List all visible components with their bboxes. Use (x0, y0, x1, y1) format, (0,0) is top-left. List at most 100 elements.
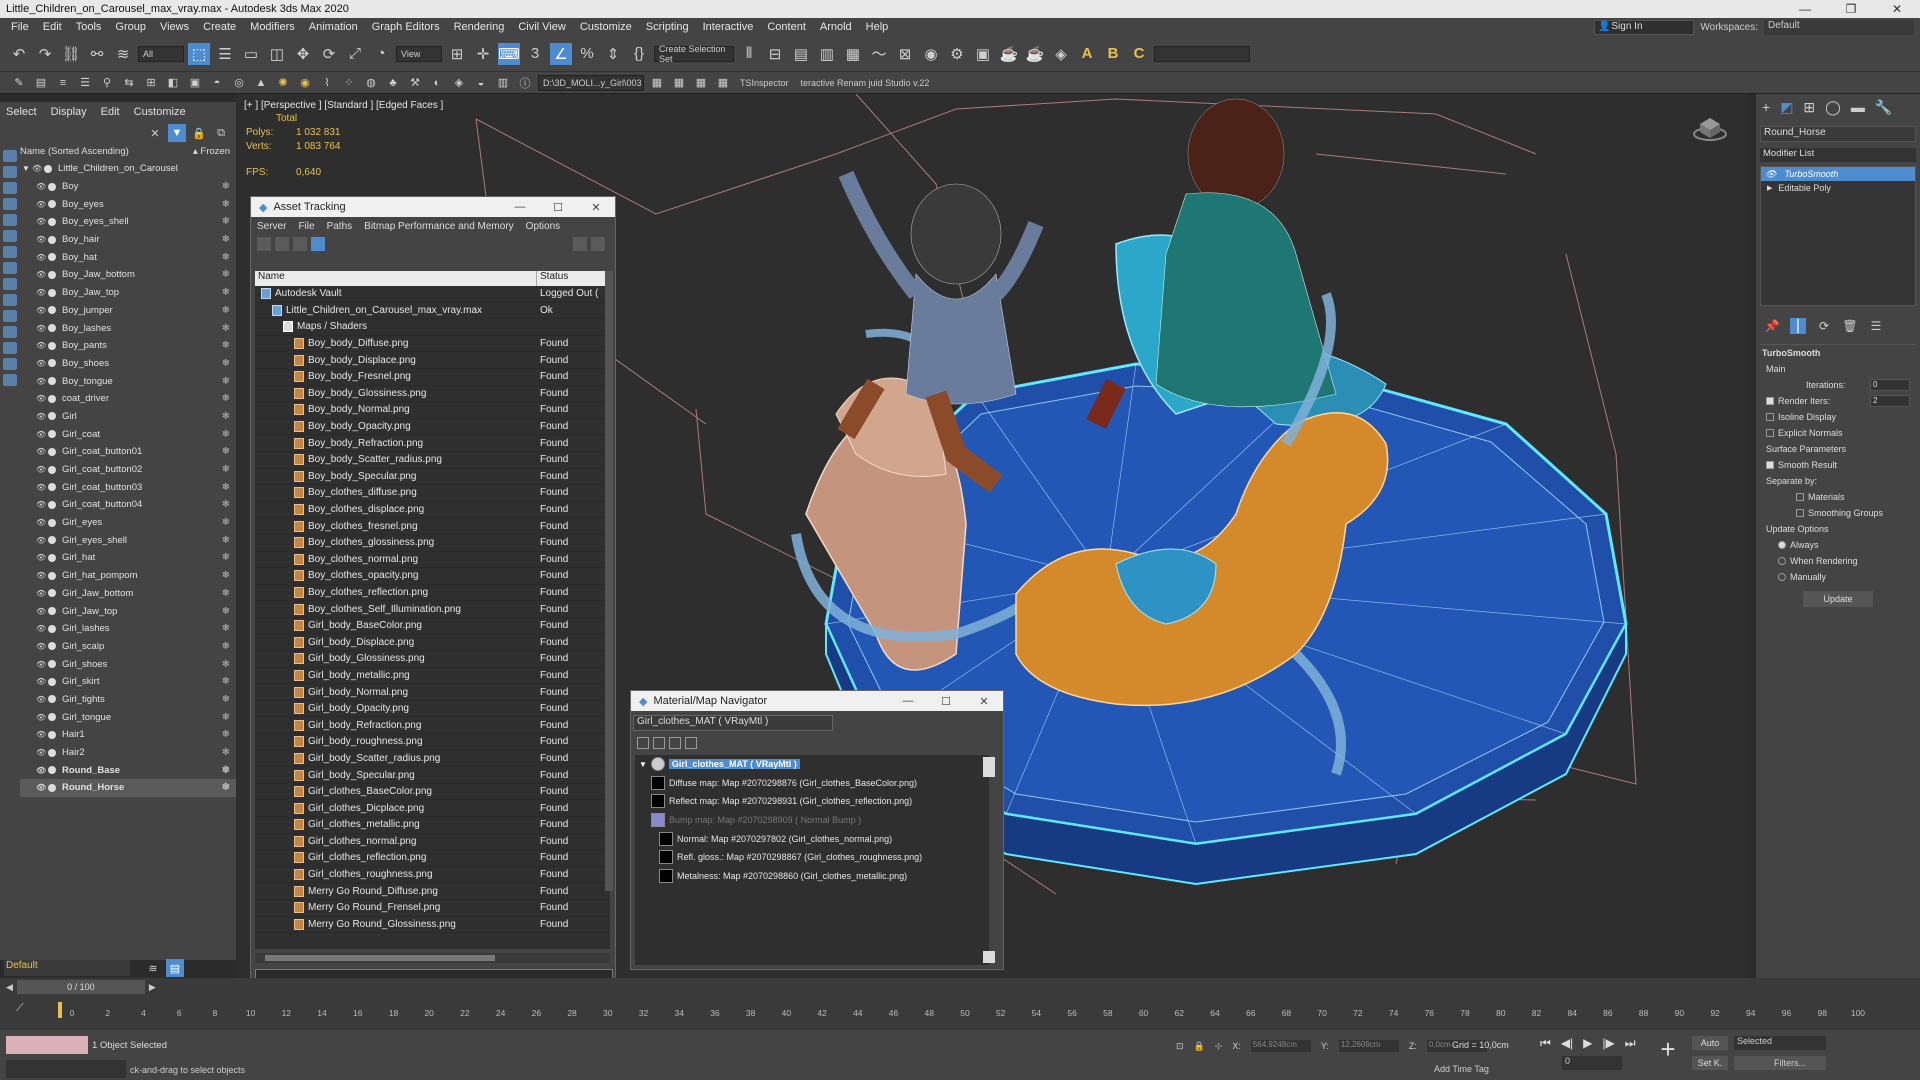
asset-row[interactable]: Merry Go Round_Frensel.png Found (255, 900, 610, 917)
paint-icon[interactable]: ✎ (10, 74, 28, 92)
go-to-end-icon[interactable]: ⏭ (1625, 1036, 1636, 1051)
visibility-dot[interactable] (48, 412, 56, 421)
material-name-field[interactable]: Girl_clothes_MAT ( VRayMtl ) (633, 715, 833, 731)
freeze-icon[interactable]: ❄ (222, 393, 230, 404)
visibility-dot[interactable] (48, 783, 56, 792)
place-icon[interactable]: ◔ (370, 43, 392, 65)
visibility-dot[interactable] (48, 394, 56, 403)
materials-checkbox[interactable] (1796, 493, 1804, 501)
material-scroll-corner[interactable] (983, 951, 995, 963)
freeze-icon[interactable]: ❄ (222, 535, 230, 546)
eye-icon[interactable]: 👁 (36, 748, 46, 757)
freeze-icon[interactable]: ❄ (222, 464, 230, 475)
freeze-icon[interactable]: ❄ (222, 446, 230, 457)
add-time-tag[interactable]: Add Time Tag (1434, 1064, 1489, 1074)
visibility-dot[interactable] (48, 182, 56, 191)
maximize-button[interactable]: ❐ (1828, 2, 1874, 16)
asset-menu-file[interactable]: File (298, 221, 314, 232)
helper-icon[interactable]: ⚲ (98, 74, 116, 92)
asset-row[interactable]: Boy_body_Fresnel.png Found (255, 369, 610, 386)
asset-row[interactable]: Girl_body_Displace.png Found (255, 634, 610, 652)
map-item[interactable]: Refl. gloss.: Map #2070298867 (Girl_clot… (635, 848, 989, 867)
freeze-icon[interactable]: ❄ (222, 411, 230, 422)
turbosmooth-rollout-title[interactable]: TurboSmooth (1760, 345, 1916, 361)
eye-icon[interactable]: 👁 (36, 677, 46, 686)
visibility-dot[interactable] (48, 571, 56, 580)
scene-root-item[interactable]: ▼ 👁 Little_Children_on_Carousel (20, 160, 236, 178)
folder-add-icon[interactable]: ▦ (714, 74, 732, 92)
asset-row[interactable]: Girl_body_Opacity.png Found (255, 701, 610, 718)
arnold-a-icon[interactable]: A (1076, 43, 1098, 65)
filter-frozen-icon[interactable] (3, 310, 17, 322)
vray-icon[interactable]: ◈ (450, 74, 468, 92)
view-list-icons-icon[interactable] (653, 737, 665, 749)
asset-tracking-titlebar[interactable]: ◆ Asset Tracking — ☐ ✕ (251, 197, 615, 217)
scene-item[interactable]: 👁 Girl_Jaw_top ❄ (20, 602, 236, 620)
make-unique-icon[interactable]: ⟳ (1816, 318, 1832, 334)
visibility-dot[interactable] (44, 164, 52, 173)
spinner-snap-icon[interactable]: ⇕ (602, 43, 624, 65)
align-icon[interactable]: ⊟ (764, 43, 786, 65)
eye-icon[interactable]: 👁 (36, 660, 46, 669)
move-icon[interactable]: ✥ (292, 43, 314, 65)
eye-icon[interactable]: 👁 (36, 270, 46, 279)
snaps-toggle-icon[interactable]: 3 (524, 43, 546, 65)
freeze-icon[interactable]: ❄ (222, 729, 230, 740)
view-small-icons-icon[interactable] (669, 737, 681, 749)
visibility-dot[interactable] (48, 483, 56, 492)
proxy-icon[interactable]: ◒ (472, 74, 490, 92)
folder-icon[interactable]: ▦ (648, 74, 666, 92)
visibility-dot[interactable] (48, 748, 56, 757)
visibility-dot[interactable] (48, 200, 56, 209)
freeze-icon[interactable]: ❄ (222, 747, 230, 758)
asset-menu-paths[interactable]: Paths (327, 221, 353, 232)
visibility-dot[interactable] (48, 642, 56, 651)
eye-icon[interactable]: 👁 (36, 783, 46, 792)
freeze-icon[interactable]: ❄ (222, 782, 230, 793)
freeze-icon[interactable]: ❄ (222, 305, 230, 316)
scene-item[interactable]: 👁 Girl_lashes ❄ (20, 620, 236, 638)
next-frame-icon[interactable]: ▶ (149, 982, 156, 993)
selection-lock-icon[interactable]: 🔒 (1194, 1041, 1205, 1052)
visibility-dot[interactable] (48, 500, 56, 509)
visibility-dot[interactable] (48, 253, 56, 262)
filter-containers-icon[interactable] (3, 294, 17, 306)
freeze-icon[interactable]: ❄ (222, 694, 230, 705)
menu-arnold[interactable]: Arnold (813, 21, 859, 33)
rename-tool-button[interactable]: teractive Renam juid Studio v.22 (797, 78, 934, 88)
scene-tab-edit[interactable]: Edit (101, 106, 120, 118)
project-path-dropdown[interactable]: D:\3D_MOLI...y_Girl\003 (538, 74, 644, 91)
set-key-icon[interactable]: + (1652, 1034, 1684, 1066)
asset-row[interactable]: Boy_body_Refraction.png Found (255, 435, 610, 452)
filter-bones-icon[interactable] (3, 278, 17, 290)
light-icon[interactable]: ✺ (274, 74, 292, 92)
sun-icon[interactable]: ◉ (296, 74, 314, 92)
eye-icon[interactable]: 👁 (36, 182, 46, 191)
pivot-icon[interactable]: ⊞ (446, 43, 468, 65)
visibility-dot[interactable] (48, 359, 56, 368)
unlink-icon[interactable]: ⚯ (86, 43, 108, 65)
freeze-icon[interactable]: ❄ (222, 181, 230, 192)
scene-item[interactable]: 👁 Boy_pants ❄ (20, 337, 236, 355)
filter-invert-icon[interactable] (3, 374, 17, 386)
when-rendering-radio[interactable] (1778, 557, 1786, 565)
create-tab-icon[interactable]: + (1762, 99, 1770, 115)
mirror-icon[interactable]: ⫴ (738, 43, 760, 65)
eye-icon[interactable]: 👁 (36, 642, 46, 651)
asset-row[interactable]: Girl_clothes_reflection.png Found (255, 850, 610, 867)
eye-icon[interactable]: 👁 (36, 730, 46, 739)
visibility-dot[interactable] (48, 341, 56, 350)
show-end-result-icon[interactable]: ⎮ (1790, 318, 1806, 334)
asset-row[interactable]: Boy_body_Displace.png Found (255, 352, 610, 369)
map-item[interactable]: Diffuse map: Map #2070298876 (Girl_cloth… (635, 774, 989, 793)
menu-content[interactable]: Content (760, 21, 813, 33)
visibility-dot[interactable] (48, 288, 56, 297)
freeze-icon[interactable]: ❄ (222, 588, 230, 599)
visibility-dot[interactable] (48, 589, 56, 598)
material-root-node[interactable]: ▼ Girl_clothes_MAT ( VRayMtl ) (635, 755, 989, 774)
maxscript-listener[interactable] (6, 1036, 88, 1054)
manually-radio[interactable] (1778, 573, 1786, 581)
filter-helpers-icon[interactable] (3, 214, 17, 226)
scene-item[interactable]: 👁 Girl_coat_button03 ❄ (20, 478, 236, 496)
filter-spacewarps-icon[interactable] (3, 230, 17, 242)
